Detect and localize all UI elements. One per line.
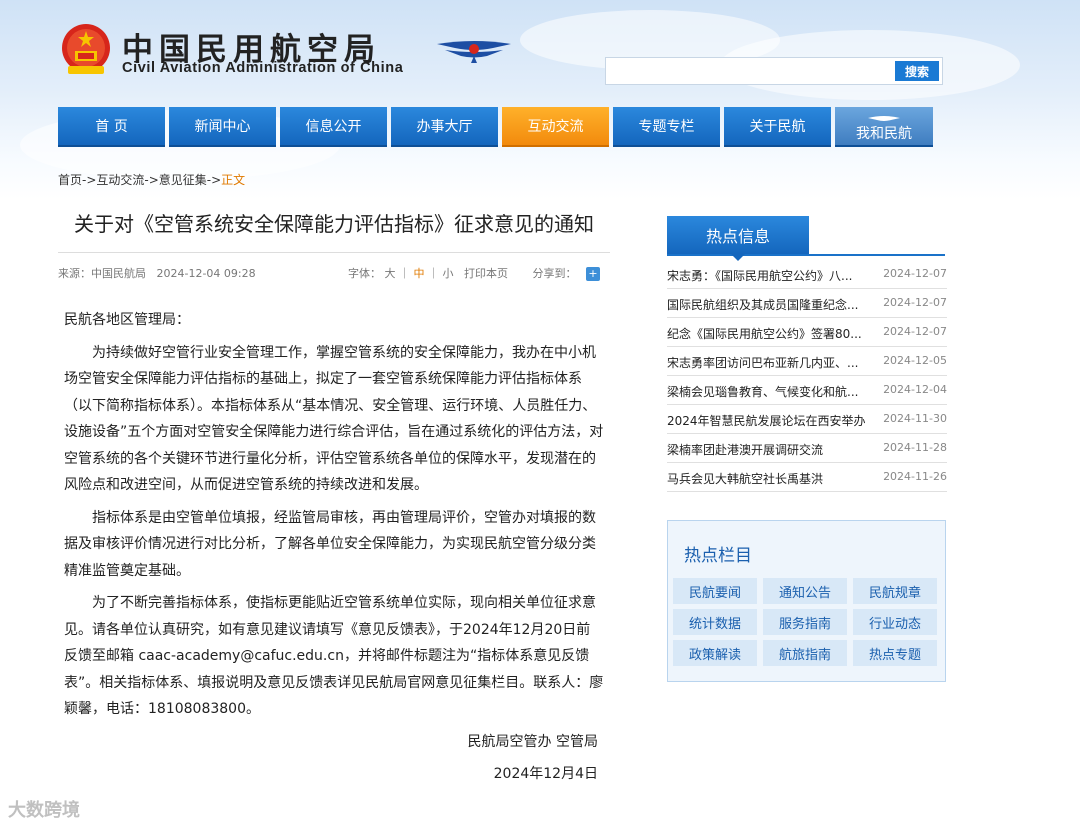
hot-item-date: 2024-11-30: [883, 412, 947, 425]
paragraph-1: 为持续做好空管行业安全管理工作，掌握空管系统的安全保障能力，我办在中小机场空管安…: [64, 344, 604, 494]
hot-item-date: 2024-11-26: [883, 470, 947, 483]
hot-info-list: 宋志勇：《国际民用航空公约》八... 2024-12-07 国际民航组织及其成员国…: [667, 260, 947, 492]
nav-me-and-caac[interactable]: 我和民航: [835, 107, 933, 147]
search-input[interactable]: [610, 61, 890, 81]
hot-columns-panel: 热点栏目 民航要闻 通知公告 民航规章 统计数据 服务指南 行业动态 政策解读 …: [667, 520, 946, 682]
nav-special-topics[interactable]: 专题专栏: [613, 107, 720, 147]
hot-item-title[interactable]: 纪念《国际民用航空公约》签署80...: [667, 325, 872, 342]
list-item[interactable]: 国际民航组织及其成员国隆重纪念... 2024-12-07: [667, 289, 947, 318]
wing-icon: [868, 115, 900, 121]
nav-news-center[interactable]: 新闻中心: [169, 107, 276, 147]
hot-info-title: 热点信息: [667, 216, 809, 261]
font-size-label: 字体：: [348, 267, 382, 280]
font-medium-button[interactable]: 中: [414, 267, 425, 280]
column-link[interactable]: 行业动态: [853, 609, 937, 635]
column-link[interactable]: 民航要闻: [673, 578, 757, 604]
hot-columns-title: 热点栏目: [684, 546, 752, 566]
national-emblem-icon: [62, 24, 110, 74]
hot-item-date: 2024-12-05: [883, 354, 947, 367]
paragraph-3: 为了不断完善指标体系，使指标更能贴近空管系统单位实际，现向相关单位征求意见。请各…: [64, 595, 604, 717]
caac-wing-logo-icon: [437, 41, 511, 63]
breadcrumb-path[interactable]: 首页->互动交流->意见征集->: [58, 173, 221, 187]
breadcrumb: 首页->互动交流->意见征集->正文: [58, 171, 245, 188]
signature: 民航局空管办 空管局: [467, 733, 598, 750]
list-item[interactable]: 梁楠率团赴港澳开展调研交流 2024-11-28: [667, 434, 947, 463]
watermark: 大数跨境: [8, 800, 80, 821]
list-item[interactable]: 马兵会见大韩航空社长禹基洪 2024-11-26: [667, 463, 947, 492]
share-plus-icon[interactable]: +: [586, 267, 600, 281]
nav-service-hall[interactable]: 办事大厅: [391, 107, 498, 147]
nav-me-and-caac-label: 我和民航: [856, 125, 912, 142]
nav-info-disclosure[interactable]: 信息公开: [280, 107, 387, 147]
article-body: 民航各地区管理局： 为持续做好空管行业安全管理工作，掌握空管系统的安全保障能力，…: [58, 307, 610, 788]
hot-info-panel: 热点信息 宋志勇：《国际民用航空公约》八... 2024-12-07 国际民航组织…: [667, 216, 947, 492]
list-item[interactable]: 宋志勇：《国际民用航空公约》八... 2024-12-07: [667, 260, 947, 289]
list-item[interactable]: 宋志勇率团访问巴布亚新几内亚、... 2024-12-05: [667, 347, 947, 376]
hot-item-title[interactable]: 2024年智慧民航发展论坛在西安举办: [667, 412, 872, 429]
nav-home[interactable]: 首 页: [58, 107, 165, 147]
hot-item-title[interactable]: 宋志勇率团访问巴布亚新几内亚、...: [667, 354, 872, 371]
hot-item-date: 2024-12-07: [883, 325, 947, 338]
column-link[interactable]: 民航规章: [853, 578, 937, 604]
article-meta: 来源：中国民航局 2024-12-04 09:28 字体： 大 ｜ 中 ｜ 小 …: [58, 253, 610, 297]
nav-about[interactable]: 关于民航: [724, 107, 831, 147]
article-title: 关于对《空管系统安全保障能力评估指标》征求意见的通知: [74, 212, 594, 236]
hot-item-date: 2024-12-07: [883, 296, 947, 309]
article-date: 2024-12-04 09:28: [156, 267, 256, 280]
hot-item-date: 2024-12-07: [883, 267, 947, 280]
list-item[interactable]: 梁楠会见瑙鲁教育、气候变化和航... 2024-12-04: [667, 376, 947, 405]
search-button[interactable]: 搜索: [895, 61, 939, 81]
site-logo-english: Civil Aviation Administration of China: [122, 60, 404, 76]
hot-info-divider: [667, 254, 945, 256]
search-box: 搜索: [605, 57, 943, 85]
breadcrumb-current: 正文: [221, 173, 246, 187]
column-link[interactable]: 政策解读: [673, 640, 757, 666]
column-link[interactable]: 服务指南: [763, 609, 847, 635]
column-link[interactable]: 航旅指南: [763, 640, 847, 666]
hot-item-date: 2024-11-28: [883, 441, 947, 454]
hot-item-title[interactable]: 梁楠率团赴港澳开展调研交流: [667, 441, 872, 458]
salutation: 民航各地区管理局：: [64, 312, 190, 328]
hot-item-title[interactable]: 梁楠会见瑙鲁教育、气候变化和航...: [667, 383, 872, 400]
font-small-button[interactable]: 小: [443, 267, 454, 280]
main-nav: 首 页 新闻中心 信息公开 办事大厅 互动交流 专题专栏 关于民航 我和民航: [58, 107, 938, 147]
sign-date: 2024年12月4日: [493, 766, 598, 782]
hot-item-title[interactable]: 宋志勇：《国际民用航空公约》八...: [667, 267, 872, 284]
nav-interaction[interactable]: 互动交流: [502, 107, 609, 147]
column-link[interactable]: 统计数据: [673, 609, 757, 635]
paragraph-2: 指标体系是由空管单位填报，经监管局审核，再由管理局评价，空管办对填报的数据及审核…: [64, 509, 596, 579]
list-item[interactable]: 2024年智慧民航发展论坛在西安举办 2024-11-30: [667, 405, 947, 434]
list-item[interactable]: 纪念《国际民用航空公约》签署80... 2024-12-07: [667, 318, 947, 347]
font-large-button[interactable]: 大: [385, 267, 396, 280]
hot-item-date: 2024-12-04: [883, 383, 947, 396]
column-link[interactable]: 通知公告: [763, 578, 847, 604]
share-label: 分享到：: [532, 267, 577, 280]
print-button[interactable]: 打印本页: [464, 267, 508, 280]
hot-item-title[interactable]: 国际民航组织及其成员国隆重纪念...: [667, 296, 872, 313]
hot-item-title[interactable]: 马兵会见大韩航空社长禹基洪: [667, 470, 872, 487]
article: 关于对《空管系统安全保障能力评估指标》征求意见的通知 来源：中国民航局 2024…: [58, 200, 610, 794]
column-link[interactable]: 热点专题: [853, 640, 937, 666]
article-source: 来源：中国民航局: [58, 267, 146, 280]
